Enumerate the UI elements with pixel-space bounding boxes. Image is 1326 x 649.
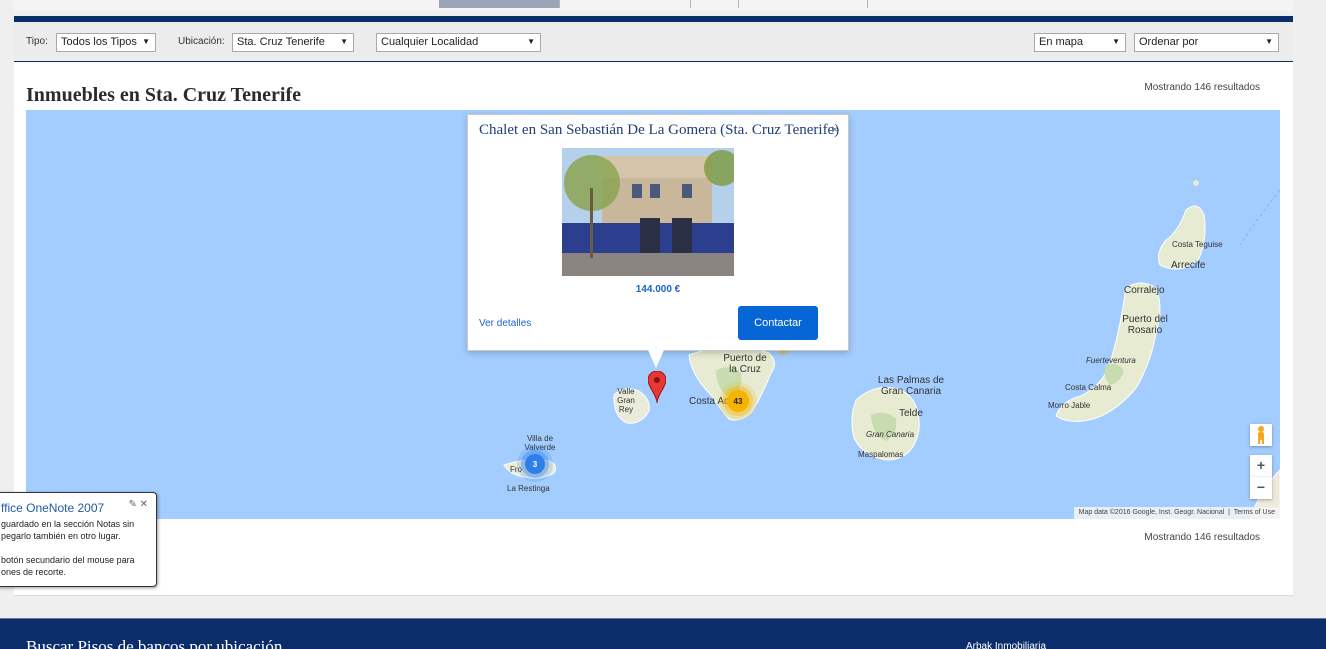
tab-separator (867, 0, 868, 8)
map-attribution: Map data ©2016 Google, Inst. Geogr. Naci… (1073, 507, 1280, 519)
results-count-top: Mostrando 146 resultados (1144, 82, 1260, 93)
place-label: Costa Teguise (1172, 240, 1223, 249)
tipo-select[interactable]: Todos los Tipos ▼ (56, 33, 156, 52)
onenote-window-controls: ✎ ✕ (128, 499, 148, 510)
place-label: Morro Jable (1048, 401, 1091, 410)
localidad-select-value: Cualquier Localidad (381, 36, 479, 48)
footer: Buscar Pisos de bancos por ubicación Arb… (0, 618, 1326, 649)
chevron-down-icon: ▼ (527, 37, 535, 46)
close-icon[interactable]: ✕ (140, 499, 148, 510)
top-tab-strip (14, 0, 1293, 11)
order-select-value: Ordenar por (1139, 36, 1199, 48)
view-details-link[interactable]: Ver detalles (479, 318, 531, 329)
place-label: Puerto de la Cruz (723, 353, 767, 375)
view-mode-select-value: En mapa (1039, 36, 1084, 48)
filter-bar: Tipo: Todos los Tipos ▼ Ubicación: Sta. … (14, 22, 1293, 62)
active-tab-indicator[interactable] (439, 0, 560, 8)
street-view-pegman-icon[interactable] (1250, 424, 1272, 446)
map-cluster-marker[interactable]: 3 (525, 454, 545, 474)
property-photo[interactable] (562, 148, 734, 276)
place-label: Costa Ac (689, 396, 730, 407)
close-icon[interactable]: × (831, 121, 839, 137)
pin-icon[interactable]: ✎ (128, 499, 136, 510)
onenote-tooltip: ffice OneNote 2007 ✎ ✕ guardado en la se… (0, 492, 157, 587)
footer-company-link[interactable]: Arbak Inmobiliaria (966, 641, 1046, 649)
onenote-message: guardado en la sección Notas sin pegarlo… (1, 519, 135, 577)
terms-of-use-link[interactable]: Terms of Use (1234, 509, 1275, 516)
place-label: Fuerteventura (1086, 356, 1136, 365)
property-info-window: Chalet en San Sebastián De La Gomera (St… (467, 114, 849, 351)
place-label: Las Palmas de Gran Canaria (877, 375, 945, 397)
ubicacion-select-value: Sta. Cruz Tenerife (237, 36, 325, 48)
view-mode-select[interactable]: En mapa ▼ (1034, 33, 1126, 52)
map-cluster-marker[interactable]: 43 (727, 390, 749, 412)
chevron-down-icon: ▼ (1265, 37, 1273, 46)
zoom-in-button[interactable]: + (1250, 455, 1272, 477)
place-label: Gran Canaria (866, 430, 915, 439)
tab-separator (559, 0, 560, 8)
order-select[interactable]: Ordenar por ▼ (1134, 33, 1279, 52)
ubicacion-select[interactable]: Sta. Cruz Tenerife ▼ (232, 33, 354, 52)
chevron-down-icon: ▼ (340, 37, 348, 46)
results-count-bottom: Mostrando 146 resultados (1144, 532, 1260, 543)
footer-title: Buscar Pisos de bancos por ubicación (26, 637, 283, 649)
zoom-out-button[interactable]: − (1250, 477, 1272, 499)
tab-separator (738, 0, 739, 8)
place-label: Arrecife (1171, 260, 1206, 271)
tab-separator (690, 0, 691, 8)
contact-button[interactable]: Contactar (738, 306, 818, 340)
place-label: Costa Calma (1065, 383, 1112, 392)
map-data-credit: Map data ©2016 Google, Inst. Geogr. Naci… (1078, 509, 1225, 516)
localidad-select[interactable]: Cualquier Localidad ▼ (376, 33, 541, 52)
ubicacion-label: Ubicación: (178, 36, 225, 47)
place-label: Fro (510, 465, 522, 474)
place-label: Telde (899, 408, 923, 419)
chevron-down-icon: ▼ (142, 37, 150, 46)
page-title: Inmuebles en Sta. Cruz Tenerife (26, 84, 301, 106)
place-label: Valle Gran Rey (617, 387, 635, 414)
property-price: 144.000 € (635, 284, 681, 295)
property-title: Chalet en San Sebastián De La Gomera (St… (479, 122, 840, 138)
place-label: La Restinga (507, 484, 550, 493)
place-label: Maspalomas (858, 450, 904, 459)
place-label: Puerto del Rosario (1122, 314, 1168, 336)
chevron-down-icon: ▼ (1112, 37, 1120, 46)
place-label: Villa de Valverde (524, 434, 556, 452)
map-pin-icon[interactable] (648, 371, 666, 403)
tipo-label: Tipo: (26, 36, 48, 47)
place-label: Corralejo (1124, 285, 1165, 296)
info-window-tail (648, 350, 664, 368)
tipo-select-value: Todos los Tipos (61, 36, 137, 48)
